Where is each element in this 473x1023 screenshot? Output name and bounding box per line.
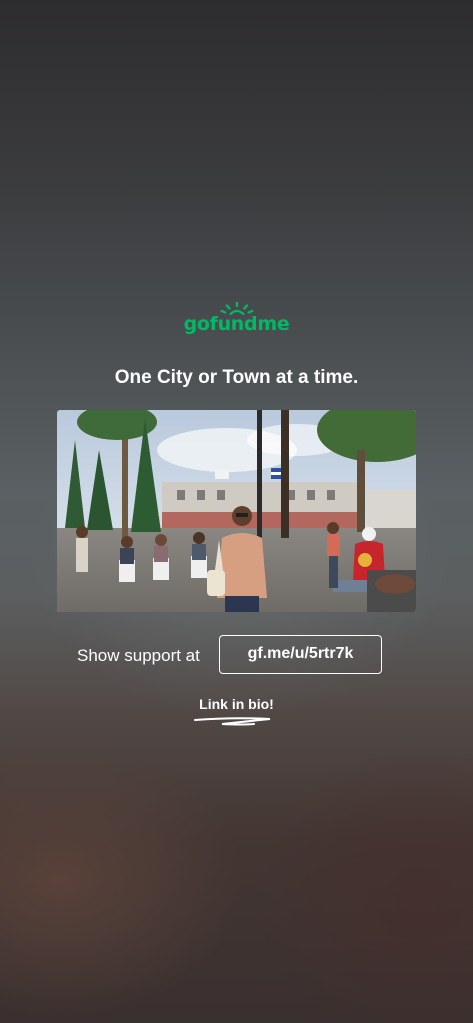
support-label: Show support at xyxy=(77,646,200,665)
gofundme-logo: gofundme xyxy=(0,302,473,336)
brand-wordmark: gofundme xyxy=(183,313,290,335)
scribble-underline-icon xyxy=(194,717,271,726)
event-photo xyxy=(57,410,416,612)
headline: One City or Town at a time. xyxy=(114,367,359,388)
sun-rays-icon xyxy=(219,302,254,316)
support-row: Show support at gf.me/u/5rtr7k xyxy=(0,635,473,676)
link-in-bio-text: Link in bio! xyxy=(199,696,274,712)
fundraiser-link-button[interactable]: gf.me/u/5rtr7k xyxy=(219,635,382,674)
link-in-bio[interactable]: Link in bio! xyxy=(0,695,473,714)
